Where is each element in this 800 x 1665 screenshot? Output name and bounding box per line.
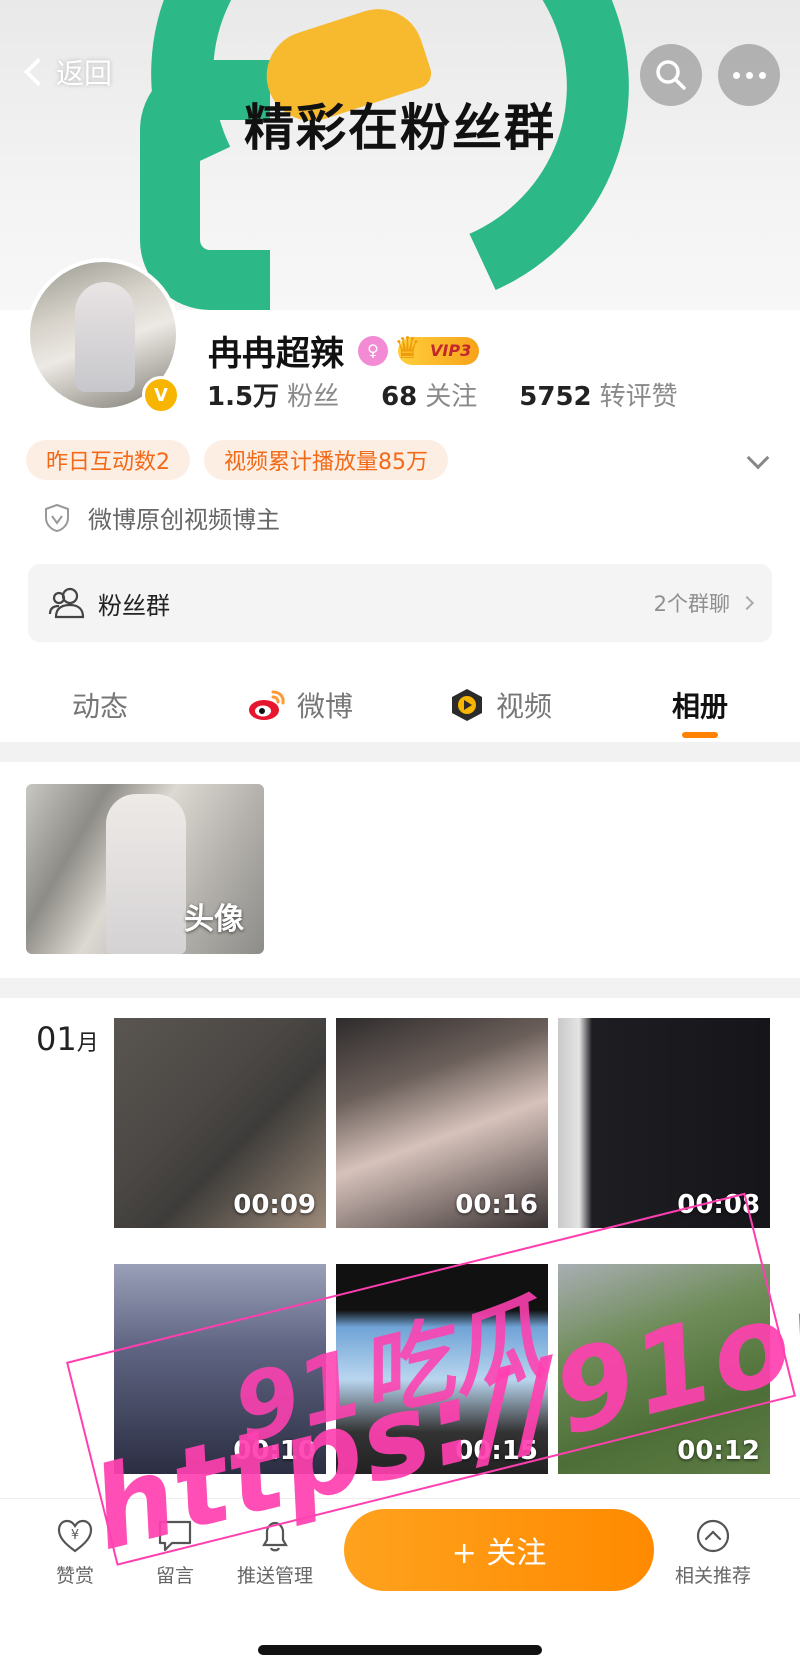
video-duration: 00:12	[677, 1436, 760, 1466]
video-duration: 00:16	[455, 1190, 538, 1220]
video-thumbnail[interactable]: 00:16	[336, 1018, 548, 1228]
search-button[interactable]	[640, 44, 702, 106]
username: 冉冉超辣	[208, 334, 344, 374]
active-tab-indicator	[682, 732, 718, 738]
back-label: 返回	[56, 57, 113, 90]
fans-group-count-text: 2个群聊	[653, 592, 730, 616]
message-label: 留言	[155, 1565, 194, 1587]
more-icon	[732, 71, 766, 79]
stat-label: 关注	[425, 382, 478, 412]
push-settings-label: 推送管理	[236, 1565, 313, 1587]
stat-value: 68	[381, 382, 418, 412]
tab-album[interactable]: 相册	[600, 670, 800, 740]
tag-interactions[interactable]: 昨日互动数2	[26, 440, 190, 480]
video-thumbnail[interactable]: 00:09	[114, 1018, 326, 1228]
album-label: 头像	[184, 902, 244, 937]
shield-icon	[45, 503, 69, 532]
vip-label: VIP3	[430, 341, 472, 360]
album-avatar[interactable]: 头像	[26, 784, 264, 954]
back-button[interactable]: 返回	[22, 52, 112, 92]
home-indicator	[258, 1645, 542, 1655]
name-row: 冉冉超辣 ♀ ♛ VIP3	[208, 326, 480, 375]
tab-feed[interactable]: 动态	[0, 670, 200, 740]
stat-value: 5752	[519, 382, 592, 412]
stat-label: 转评赞	[599, 382, 678, 412]
fans-group-card[interactable]: 粉丝群 2个群聊	[28, 564, 772, 642]
weibo-icon	[248, 690, 285, 720]
follow-label: + 关注	[451, 1536, 547, 1571]
month-label: 01月	[36, 1020, 99, 1058]
search-icon	[656, 60, 686, 90]
profile-tabs: 动态 微博 视频 相册	[0, 670, 800, 740]
expand-chevron-icon[interactable]	[746, 446, 770, 470]
verified-badge-icon: V	[142, 376, 180, 414]
tab-video[interactable]: 视频	[400, 670, 600, 740]
chevron-right-icon	[739, 595, 755, 611]
chevron-left-icon	[23, 57, 53, 87]
reward-label: 赞赏	[55, 1565, 94, 1587]
video-icon	[451, 689, 482, 721]
fans-group-label: 粉丝群	[98, 591, 170, 620]
tag-video-plays[interactable]: 视频累计播放量85万	[204, 440, 448, 480]
month-number: 01	[36, 1020, 77, 1058]
related-recommend-button[interactable]: 相关推荐	[658, 1517, 768, 1588]
vip-badge[interactable]: ♛ VIP3	[394, 331, 480, 366]
profile-stats: 1.5万 粉丝 68 关注 5752 转评赞	[207, 376, 720, 413]
stat-following[interactable]: 68 关注	[381, 376, 477, 413]
certification-text: 微博原创视频博主	[88, 506, 280, 534]
month-unit: 月	[76, 1031, 99, 1056]
stat-fans[interactable]: 1.5万 粉丝	[207, 376, 339, 413]
reward-icon: ¥	[57, 1519, 93, 1553]
tab-label: 动态	[71, 690, 128, 723]
more-button[interactable]	[718, 44, 780, 106]
tab-weibo[interactable]: 微博	[200, 670, 400, 740]
tab-label: 视频	[495, 690, 552, 723]
video-duration: 00:09	[233, 1190, 316, 1220]
related-recommend-label: 相关推荐	[674, 1565, 751, 1587]
section-divider	[0, 978, 800, 998]
profile-tags: 昨日互动数2 视频累计播放量85万	[26, 440, 448, 480]
fans-group-count: 2个群聊	[653, 588, 755, 618]
tab-label: 微博	[296, 690, 353, 723]
people-icon	[48, 587, 85, 619]
certification: 微博原创视频博主	[44, 500, 280, 535]
follow-button[interactable]: + 关注	[344, 1509, 654, 1591]
crown-icon: ♛	[394, 330, 421, 366]
stat-label: 粉丝	[287, 382, 340, 412]
stat-value: 1.5万	[207, 382, 280, 412]
tab-label: 相册	[671, 690, 728, 723]
stat-interactions[interactable]: 5752 转评赞	[519, 376, 677, 413]
chevron-up-circle-icon	[696, 1519, 730, 1553]
svg-text:¥: ¥	[71, 1528, 79, 1543]
female-icon: ♀	[358, 335, 388, 366]
section-divider	[0, 742, 800, 762]
